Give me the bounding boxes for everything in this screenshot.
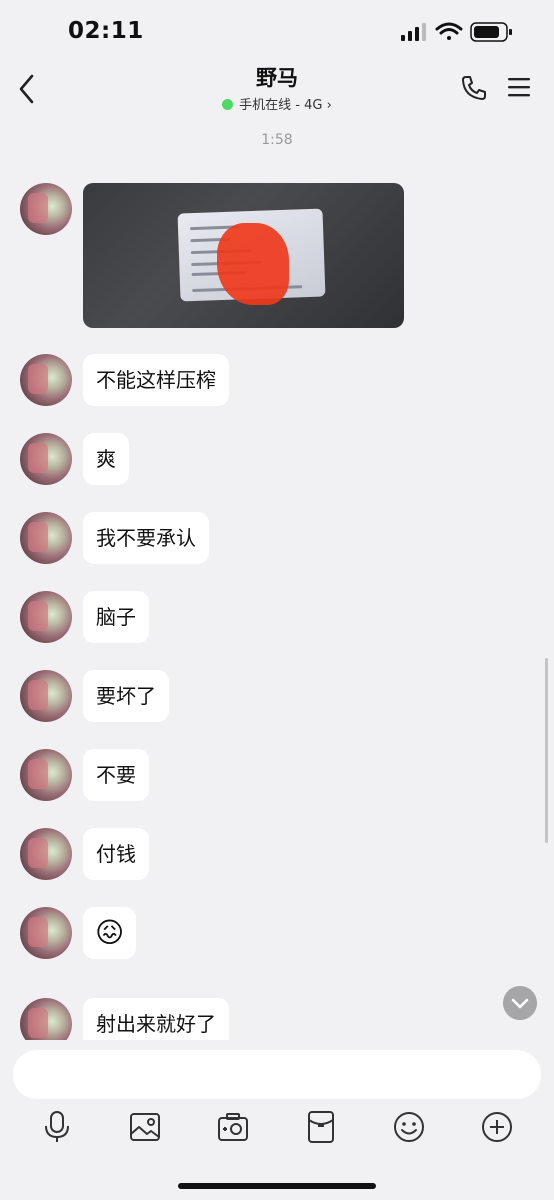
plus-icon[interactable] [481,1110,513,1144]
contact-avatar[interactable] [20,354,72,406]
contact-avatar[interactable] [20,591,72,643]
contact-avatar[interactable] [20,749,72,801]
text-message[interactable]: 爽 [83,433,129,485]
contact-avatar[interactable] [20,828,72,880]
chat-header: 野马 手机在线 - 4G › [0,58,554,118]
text-message[interactable]: 脑子 [83,591,149,643]
phone-icon[interactable] [460,74,488,102]
image-message[interactable] [83,183,404,328]
scroll-to-bottom-icon[interactable] [503,986,537,1020]
emoji-icon[interactable] [393,1110,425,1144]
text-message[interactable]: 不能这样压榨 [83,354,229,406]
contact-avatar[interactable] [20,512,72,564]
red-redaction-mark [217,223,289,305]
red-packet-icon[interactable] [305,1110,337,1144]
signal-icon [401,23,426,41]
contact-avatar[interactable] [20,433,72,485]
message-input[interactable] [13,1050,541,1099]
wifi-icon [435,22,463,40]
online-status-text: 手机在线 - 4G [239,98,323,113]
menu-icon[interactable] [508,76,530,98]
status-icons [401,22,512,42]
microphone-icon[interactable] [41,1110,73,1144]
home-indicator[interactable] [178,1183,376,1189]
battery-icon [470,22,512,42]
contact-avatar[interactable] [20,670,72,722]
message-list[interactable]: 1:58 不能这样压榨 爽 我不要承认 脑子 要坏了 不要 付钱 😖 射出来就好… [0,118,554,1040]
text-message[interactable]: 付钱 [83,828,149,880]
text-message[interactable]: 不要 [83,749,149,801]
status-time: 02:11 [68,18,144,44]
image-icon[interactable] [129,1110,161,1144]
contact-avatar[interactable] [20,183,72,235]
contact-avatar[interactable] [20,907,72,959]
text-message[interactable]: 我不要承认 [83,512,209,564]
input-bar [0,1040,554,1200]
online-dot-icon [222,99,234,110]
contact-avatar[interactable] [20,998,72,1040]
scroll-indicator[interactable] [545,658,548,843]
status-bar: 02:11 [0,0,554,62]
text-message[interactable]: 射出来就好了 [83,998,229,1040]
emoji-message[interactable]: 😖 [83,907,137,959]
message-timestamp: 1:58 [261,132,293,148]
text-message[interactable]: 要坏了 [83,670,169,722]
camera-icon[interactable] [217,1110,249,1144]
chevron-right-icon: › [326,98,332,113]
